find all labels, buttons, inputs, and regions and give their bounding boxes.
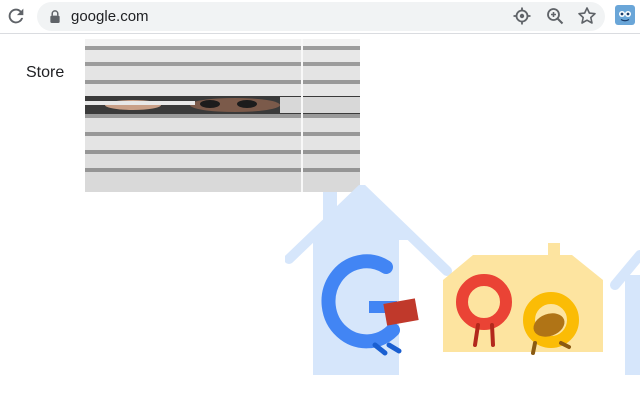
url-text[interactable]: google.com: [71, 8, 149, 25]
bookmark-star-icon[interactable]: [577, 6, 597, 26]
nav-link-store[interactable]: Store: [26, 64, 64, 82]
page-content: t Store: [0, 35, 640, 400]
blinds-gif-image: [85, 39, 360, 192]
browser-toolbar: google.com: [0, 0, 640, 34]
location-icon[interactable]: [512, 6, 532, 26]
reload-icon[interactable]: [5, 5, 27, 27]
zoom-icon[interactable]: [545, 6, 565, 26]
extension-icon[interactable]: [615, 5, 635, 25]
lock-icon[interactable]: [49, 10, 61, 23]
address-bar[interactable]: google.com: [37, 2, 605, 31]
google-doodle[interactable]: [285, 185, 640, 375]
